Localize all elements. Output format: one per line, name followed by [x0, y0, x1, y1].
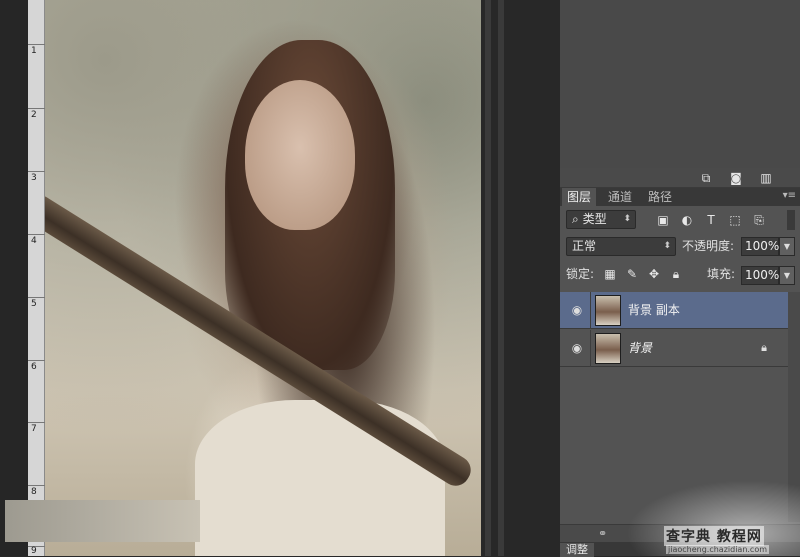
image-filter-icon[interactable]: ▣ [655, 212, 671, 228]
filter-row: ⌕ 类型 ⬍ ▣ ◐ T ⬚ ⎘ [560, 208, 800, 234]
fill-label: 填充: [707, 267, 736, 281]
watermark-url: jiaocheng.chazidian.com [666, 545, 770, 554]
layers-panel: ⧉ ◙ ▥ 图层 通道 路径 ▾≡ ⌕ 类型 ⬍ ▣ ◐ T ⬚ ⎘ 正常 ⬍ … [560, 0, 800, 557]
layer-row[interactable]: ◉ 背景 🔒︎ [560, 330, 788, 367]
ruler-tick [28, 234, 45, 235]
tab-layers[interactable]: 图层 [562, 188, 597, 206]
lock-all-icon[interactable]: 🔒︎ [668, 266, 684, 282]
ruler-label: 7 [31, 424, 37, 434]
photoshop-workspace: 1 2 3 4 5 6 7 8 9 ⧉ ◙ ▥ 图层 通道 路径 ▾≡ ⌕ 类型… [0, 0, 800, 557]
layer-thumbnail [595, 295, 621, 326]
vertical-ruler[interactable]: 1 2 3 4 5 6 7 8 9 [28, 0, 45, 556]
layer-name[interactable]: 背景 副本 [628, 302, 680, 318]
panel-collapse-strip[interactable] [498, 0, 504, 556]
tool-strip [0, 0, 28, 556]
canvas-overlay-bar [5, 500, 200, 542]
lock-row: 锁定: ▦ ✎ ✥ 🔒︎ 填充: 100% ▼ [560, 262, 800, 288]
ruler-label: 9 [31, 546, 37, 556]
search-icon: ⌕ [572, 212, 579, 226]
chevron-updown-icon: ⬍ [663, 241, 671, 251]
divider [590, 292, 591, 329]
link-icon[interactable]: ⚭ [598, 527, 607, 540]
shape-filter-icon[interactable]: ⬚ [727, 212, 743, 228]
lock-label: 锁定: [566, 267, 595, 281]
trash-icon[interactable]: ▥ [758, 171, 774, 185]
opacity-dropdown[interactable]: ▼ [779, 237, 795, 256]
ruler-tick [28, 108, 45, 109]
panel-menu-icon[interactable]: ▾≡ [783, 190, 796, 201]
blend-mode-value: 正常 [572, 239, 597, 253]
lock-move-icon[interactable]: ✥ [646, 266, 662, 282]
smart-filter-icon[interactable]: ⎘ [751, 212, 767, 228]
fill-input[interactable]: 100% [741, 266, 779, 285]
lock-brush-icon[interactable]: ✎ [624, 266, 640, 282]
chevron-updown-icon: ⬍ [623, 214, 631, 224]
type-filter-icon[interactable]: T [703, 212, 719, 228]
new-layer-icon[interactable]: ⧉ [698, 171, 714, 185]
ruler-tick [28, 422, 45, 423]
lock-pixels-icon[interactable]: ▦ [602, 266, 618, 282]
filter-kind-label: 类型 [582, 212, 607, 226]
ruler-tick [28, 171, 45, 172]
panel-tabs: 图层 通道 路径 ▾≡ [560, 188, 800, 206]
camera-icon[interactable]: ◙ [728, 171, 744, 185]
eye-icon[interactable]: ◉ [570, 341, 584, 355]
ruler-label: 3 [31, 173, 37, 183]
ruler-tick [28, 297, 45, 298]
blend-mode-select[interactable]: 正常 ⬍ [566, 237, 676, 256]
divider [590, 330, 591, 367]
lock-icon: 🔒︎ [761, 341, 767, 354]
layer-row[interactable]: ◉ 背景 副本 [560, 292, 788, 329]
opacity-label: 不透明度: [682, 239, 735, 253]
blend-row: 正常 ⬍ 不透明度: 100% ▼ [560, 235, 800, 261]
ruler-tick [28, 485, 45, 486]
tab-adjustments[interactable]: 调整 [560, 543, 594, 557]
ruler-label: 4 [31, 236, 37, 246]
ruler-tick [28, 360, 45, 361]
filter-toggle[interactable] [787, 210, 795, 230]
eye-icon[interactable]: ◉ [570, 303, 584, 317]
panel-gutter [481, 0, 560, 556]
ruler-label: 1 [31, 46, 37, 56]
fill-dropdown[interactable]: ▼ [779, 266, 795, 285]
ruler-label: 6 [31, 362, 37, 372]
tab-paths[interactable]: 路径 [643, 188, 677, 206]
ruler-label: 5 [31, 299, 37, 309]
upper-panel [560, 0, 800, 168]
layer-name[interactable]: 背景 [628, 340, 652, 356]
photo-face [245, 80, 355, 230]
panel-toolbar: ⧉ ◙ ▥ [560, 168, 800, 188]
layer-thumbnail [595, 333, 621, 364]
tab-channels[interactable]: 通道 [603, 188, 637, 206]
ruler-label: 8 [31, 487, 37, 497]
ruler-label: 2 [31, 110, 37, 120]
filter-kind-select[interactable]: ⌕ 类型 ⬍ [566, 210, 636, 229]
opacity-input[interactable]: 100% [741, 237, 779, 256]
ruler-tick [28, 44, 45, 45]
document-canvas[interactable] [45, 0, 481, 556]
adjustment-filter-icon[interactable]: ◐ [679, 212, 695, 228]
scrollbar-track[interactable] [485, 0, 491, 556]
watermark-logo: 查字典 教程网 [664, 526, 764, 546]
